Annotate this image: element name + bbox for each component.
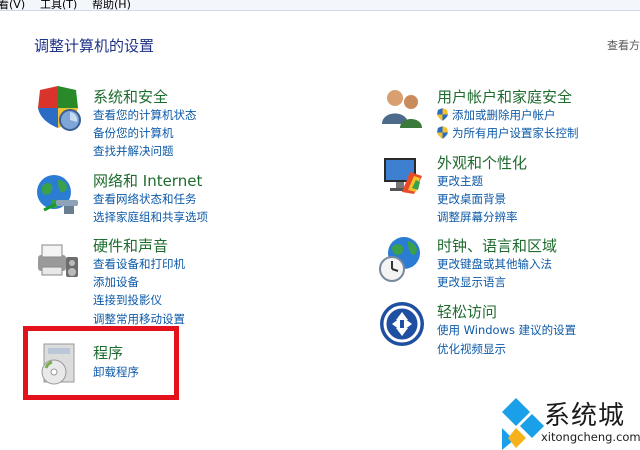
link-screen-resolution[interactable]: 调整屏幕分辨率 xyxy=(437,209,518,225)
link-troubleshoot[interactable]: 查找并解决问题 xyxy=(93,143,174,159)
watermark-text: 系统城 xyxy=(544,401,626,431)
clock-globe-icon[interactable] xyxy=(378,235,426,283)
highlight-box xyxy=(23,326,179,400)
ease-of-access-icon[interactable] xyxy=(378,300,426,348)
category-clock-region-title[interactable]: 时钟、语言和区域 xyxy=(437,235,557,256)
page-title: 调整计算机的设置 xyxy=(34,37,155,55)
link-parental-controls[interactable]: 为所有用户设置家长控制 xyxy=(452,125,579,141)
link-change-keyboard-input[interactable]: 更改键盘或其他输入法 xyxy=(437,256,552,272)
users-icon[interactable] xyxy=(378,84,426,132)
link-backup-computer[interactable]: 备份您的计算机 xyxy=(93,125,174,141)
menu-tools[interactable]: 工具(T) xyxy=(40,0,77,12)
shield-icon[interactable] xyxy=(34,84,82,132)
link-devices-printers[interactable]: 查看设备和打印机 xyxy=(93,256,185,272)
link-optimize-visual-display[interactable]: 优化视频显示 xyxy=(437,341,506,357)
link-connect-projector[interactable]: 连接到投影仪 xyxy=(93,292,162,308)
link-change-display-language[interactable]: 更改显示语言 xyxy=(437,274,506,290)
category-appearance-title[interactable]: 外观和个性化 xyxy=(437,152,527,173)
category-users-title[interactable]: 用户帐户和家庭安全 xyxy=(437,86,572,107)
category-system-security-title[interactable]: 系统和安全 xyxy=(93,86,168,107)
uac-shield-icon xyxy=(437,126,448,139)
menu-view[interactable]: 看(V) xyxy=(0,0,25,12)
category-ease-of-access-title[interactable]: 轻松访问 xyxy=(437,301,497,322)
link-change-desktop-background[interactable]: 更改桌面背景 xyxy=(437,191,506,207)
link-change-theme[interactable]: 更改主题 xyxy=(437,173,483,189)
link-view-computer-status[interactable]: 查看您的计算机状态 xyxy=(93,107,197,123)
link-view-network-status[interactable]: 查看网络状态和任务 xyxy=(93,191,197,207)
view-by-label[interactable]: 查看方 xyxy=(607,37,640,53)
menu-bar: 看(V) 工具(T) 帮助(H) xyxy=(0,0,640,11)
link-add-remove-accounts[interactable]: 添加或删除用户帐户 xyxy=(452,107,556,123)
menu-help[interactable]: 帮助(H) xyxy=(92,0,131,12)
watermark-url: xitongcheng.com xyxy=(541,430,640,444)
link-mobility-settings[interactable]: 调整常用移动设置 xyxy=(93,311,185,327)
category-hardware-title[interactable]: 硬件和声音 xyxy=(93,235,168,256)
link-add-device[interactable]: 添加设备 xyxy=(93,274,139,290)
link-homegroup-sharing[interactable]: 选择家庭组和共享选项 xyxy=(93,209,208,225)
uac-shield-icon xyxy=(437,108,448,121)
category-network-title[interactable]: 网络和 Internet xyxy=(93,170,202,191)
globe-network-icon[interactable] xyxy=(34,170,82,218)
printer-icon[interactable] xyxy=(34,235,82,283)
link-windows-suggested-settings[interactable]: 使用 Windows 建议的设置 xyxy=(437,322,576,338)
appearance-icon[interactable] xyxy=(378,152,426,200)
